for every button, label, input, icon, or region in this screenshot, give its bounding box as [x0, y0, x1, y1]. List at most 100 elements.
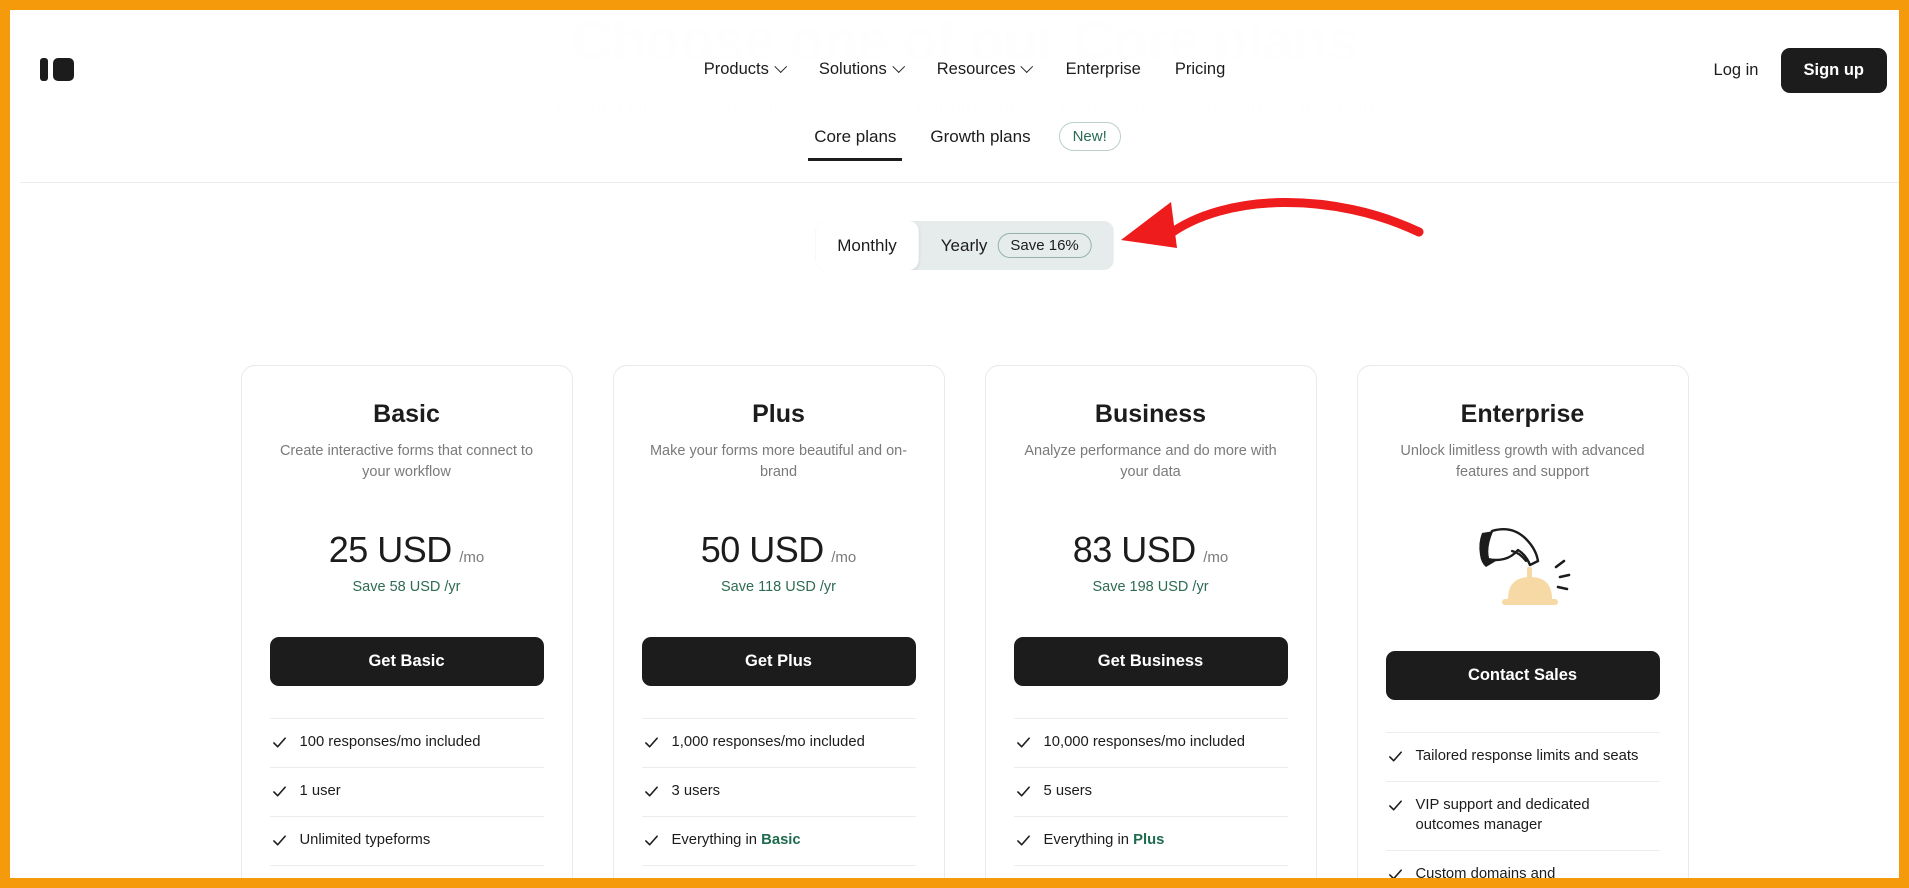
feature-text: 5 users — [1043, 782, 1093, 799]
nav-item-enterprise[interactable]: Enterprise — [1066, 60, 1141, 79]
feature-text: 1,000 responses/mo included — [671, 734, 865, 750]
billing-option-yearly[interactable]: Yearly Save 16% — [919, 221, 1114, 270]
feature-text: Custom domains and — [1415, 865, 1556, 882]
nav-item-resources[interactable]: Resources — [936, 60, 1034, 79]
primary-nav-links: Products Solutions Resources Enterprise … — [704, 60, 1226, 79]
check-icon — [272, 786, 286, 797]
billing-period-toggle[interactable]: Monthly Yearly Save 16% — [815, 221, 1114, 270]
pricing-card-plus: Plus Make your forms more beautiful and … — [612, 365, 945, 878]
price-period-business: /mo — [1203, 549, 1229, 566]
cta-contact-sales[interactable]: Contact Sales — [1385, 651, 1660, 700]
check-icon — [272, 737, 286, 748]
nav-label-pricing: Pricing — [1174, 60, 1226, 78]
nav-item-products[interactable]: Products — [703, 60, 787, 79]
feature-item: 10,000 responses/mo included — [1013, 718, 1288, 767]
feature-plan-reference: Basic — [761, 831, 801, 848]
feature-text: 10,000 responses/mo included — [1043, 734, 1246, 750]
red-arrow-annotation — [1121, 198, 1424, 248]
price-amount-business: 83 USD — [1072, 529, 1197, 570]
check-icon — [1016, 737, 1030, 748]
price-row-plus: 50 USD /mo — [642, 529, 916, 571]
logo-bar-shape — [40, 58, 48, 81]
feature-text: Unlimited typeforms — [299, 831, 431, 848]
feature-plan-reference: Plus — [1133, 831, 1165, 848]
feature-text: Everything in Plus — [1043, 831, 1165, 848]
pricing-card-enterprise: Enterprise Unlock limitless growth with … — [1356, 365, 1689, 882]
feature-text: 1 user — [299, 782, 341, 799]
feature-list-enterprise: Tailored response limits and seats VIP s… — [1385, 732, 1660, 882]
plan-description-enterprise: Unlock limitless growth with advanced fe… — [1400, 443, 1645, 481]
feature-item: 1,000 responses/mo included — [641, 718, 916, 767]
nav-item-solutions[interactable]: Solutions — [819, 60, 905, 79]
hand-ringing-service-bell-illustration — [1386, 517, 1660, 609]
plan-name-business: Business — [1094, 400, 1207, 428]
chevron-down-icon — [891, 60, 905, 74]
check-icon — [1388, 751, 1402, 762]
feature-item: Everything in Basic — [641, 815, 916, 866]
plan-description-basic: Create interactive forms that connect to… — [279, 443, 534, 481]
feature-text: Everything in Basic — [671, 831, 801, 848]
yearly-save-badge: Save 16% — [997, 233, 1092, 258]
cta-get-plus[interactable]: Get Plus — [641, 637, 916, 686]
tab-label-growth-plans: Growth plans — [930, 126, 1031, 146]
feature-item: 1 user — [269, 766, 544, 816]
price-amount-basic: 25 USD — [328, 529, 453, 570]
sign-up-button[interactable]: Sign up — [1780, 48, 1887, 93]
pricing-card-business: Business Analyze performance and do more… — [984, 365, 1317, 878]
billing-option-monthly[interactable]: Monthly — [815, 221, 919, 270]
check-icon — [644, 835, 658, 846]
top-navigation-bar: Products Solutions Resources Enterprise … — [20, 20, 1899, 115]
nav-label-products: Products — [703, 60, 769, 78]
feature-text: VIP support and dedicated outcomes manag… — [1415, 796, 1590, 833]
price-save-business: Save 198 USD /yr — [1092, 579, 1209, 595]
check-icon — [644, 737, 658, 748]
plan-description-business: Analyze performance and do more with you… — [1024, 443, 1277, 481]
nav-label-resources: Resources — [936, 60, 1016, 78]
check-icon — [1016, 786, 1030, 797]
feature-list-plus: 1,000 responses/mo included 3 users Ever… — [641, 718, 916, 866]
new-badge[interactable]: New! — [1058, 122, 1121, 151]
feature-item: VIP support and dedicated outcomes manag… — [1385, 780, 1660, 850]
tab-label-core-plans: Core plans — [814, 126, 897, 146]
pricing-cards-row: Basic Create interactive forms that conn… — [240, 365, 1689, 882]
chevron-down-icon — [1020, 60, 1034, 74]
logo-square-shape — [53, 58, 74, 81]
feature-text: 100 responses/mo included — [299, 734, 481, 750]
feature-item: Tailored response limits and seats — [1385, 732, 1660, 781]
check-icon — [1388, 800, 1402, 811]
chevron-down-icon — [773, 60, 787, 74]
feature-list-business: 10,000 responses/mo included 5 users Eve… — [1013, 718, 1288, 866]
feature-item: Everything in Plus — [1013, 815, 1288, 866]
check-icon — [644, 786, 658, 797]
check-icon — [1388, 869, 1402, 878]
cta-get-basic[interactable]: Get Basic — [269, 637, 544, 686]
nav-label-enterprise: Enterprise — [1065, 60, 1141, 78]
cta-get-business[interactable]: Get Business — [1013, 637, 1288, 686]
feature-item: 3 users — [641, 766, 916, 816]
billing-yearly-label: Yearly — [940, 235, 988, 255]
plan-name-enterprise: Enterprise — [1460, 400, 1585, 428]
feature-item: 100 responses/mo included — [269, 718, 544, 767]
billing-monthly-label: Monthly — [837, 235, 897, 255]
feature-text: 3 users — [671, 782, 721, 799]
page-viewport: Choose one of our Core plans Looking for… — [20, 20, 1899, 882]
price-save-plus: Save 118 USD /yr — [721, 579, 836, 595]
feature-item: Unlimited typeforms — [269, 815, 544, 866]
tab-growth-plans[interactable]: Growth plans — [924, 127, 1036, 171]
plan-name-plus: Plus — [752, 400, 805, 428]
tab-core-plans[interactable]: Core plans — [808, 126, 903, 171]
price-row-business: 83 USD /mo — [1014, 529, 1288, 571]
price-period-basic: /mo — [459, 549, 485, 566]
price-save-basic: Save 58 USD /yr — [352, 579, 461, 595]
annotation-frame: Choose one of our Core plans Looking for… — [0, 0, 1909, 888]
check-icon — [272, 835, 286, 846]
nav-item-pricing[interactable]: Pricing — [1175, 60, 1225, 79]
feature-item: 5 users — [1013, 766, 1288, 816]
plan-description-plus: Make your forms more beautiful and on-br… — [649, 443, 908, 481]
typeform-logo[interactable] — [40, 58, 74, 81]
log-in-link[interactable]: Log in — [1714, 61, 1759, 80]
pricing-card-basic: Basic Create interactive forms that conn… — [240, 365, 573, 878]
plan-name-basic: Basic — [373, 400, 440, 428]
price-row-basic: 25 USD /mo — [270, 529, 544, 571]
price-period-plus: /mo — [831, 549, 857, 566]
